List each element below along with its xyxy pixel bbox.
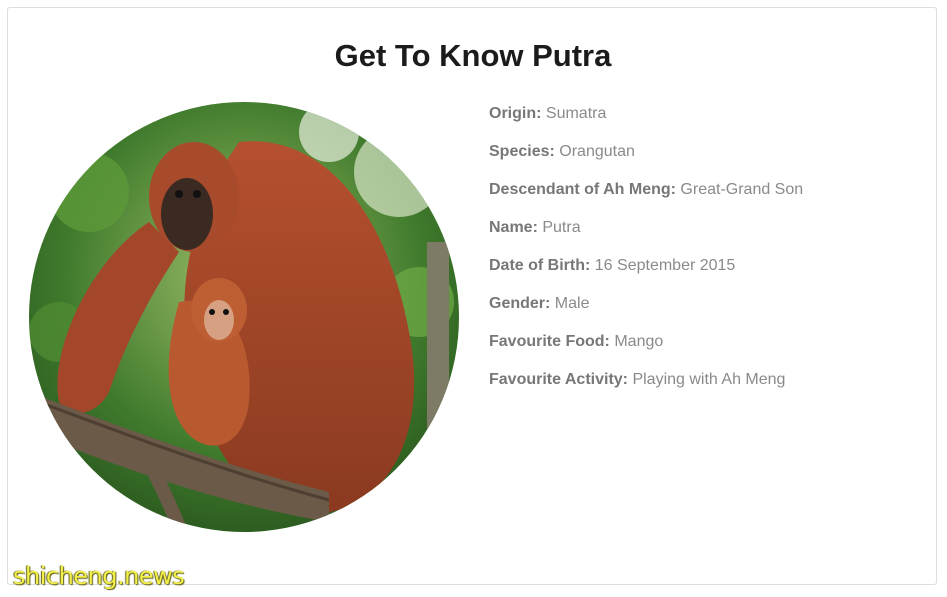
fact-date-of-birth: Date of Birth: 16 September 2015 (489, 256, 919, 294)
fact-species: Species: Orangutan (489, 142, 919, 180)
fact-label: Gender: (489, 295, 551, 312)
fact-origin: Origin: Sumatra (489, 104, 919, 142)
site-watermark: shicheng.news (13, 562, 185, 590)
fact-favourite-activity: Favourite Activity: Playing with Ah Meng (489, 370, 919, 408)
fact-label: Favourite Activity: (489, 371, 628, 388)
fact-value: Orangutan (559, 143, 635, 160)
fact-value: Putra (542, 219, 581, 236)
fact-label: Origin: (489, 105, 542, 122)
info-card: Get To Know Putra Origin: Sumatra Specie… (7, 7, 937, 585)
fact-list: Origin: Sumatra Species: Orangutan Desce… (489, 104, 919, 408)
fact-value: Playing with Ah Meng (632, 371, 786, 388)
fact-favourite-food: Favourite Food: Mango (489, 332, 919, 370)
page-title: Get To Know Putra (334, 38, 612, 73)
fact-descendant: Descendant of Ah Meng: Great-Grand Son (489, 180, 919, 218)
fact-value: Mango (614, 333, 664, 350)
fact-label: Date of Birth: (489, 257, 591, 274)
fact-gender: Gender: Male (489, 294, 919, 332)
fact-label: Name: (489, 219, 538, 236)
fact-value: 16 September 2015 (594, 257, 736, 274)
orangutan-photo (29, 102, 459, 532)
fact-label: Descendant of Ah Meng: (489, 181, 676, 198)
fact-name: Name: Putra (489, 218, 919, 256)
fact-label: Favourite Food: (489, 333, 610, 350)
fact-value: Sumatra (545, 105, 607, 122)
fact-value: Great-Grand Son (680, 181, 804, 198)
fact-value: Male (554, 295, 590, 312)
fact-label: Species: (489, 143, 555, 160)
